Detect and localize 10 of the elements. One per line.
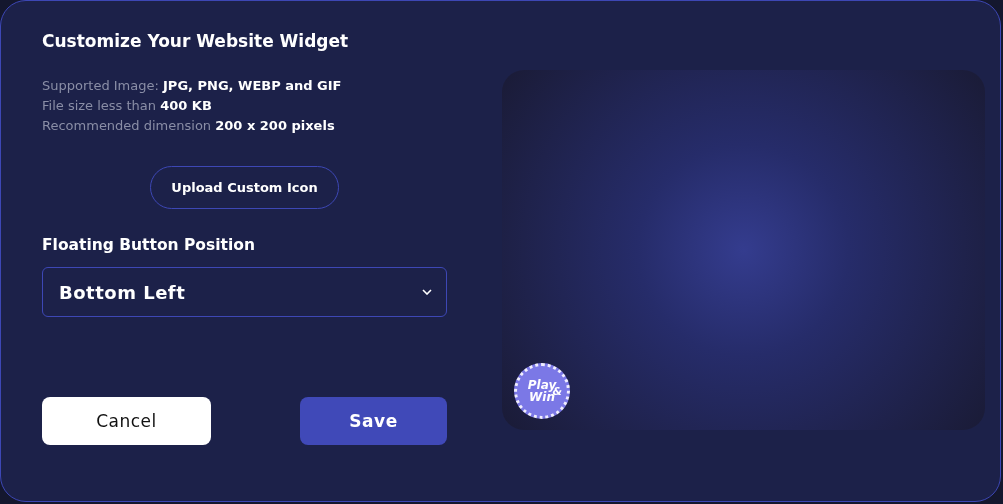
requirement-text: File size less than 400 KB [42, 98, 213, 113]
field-label: Floating Button Position [42, 236, 256, 254]
save-button[interactable]: Save [300, 397, 447, 445]
dialog-title: Customize Your Website Widget [42, 31, 350, 51]
requirement-text: Supported Image: JPG, PNG, WEBP and GIF [42, 78, 343, 93]
chevron-down-icon [422, 289, 432, 295]
position-select[interactable]: Bottom Left [42, 267, 447, 317]
requirement-text: Recommended dimension 200 x 200 pixels [42, 118, 336, 133]
cancel-button[interactable]: Cancel [42, 397, 211, 445]
play-win-badge[interactable]: Play Win& [514, 363, 570, 419]
